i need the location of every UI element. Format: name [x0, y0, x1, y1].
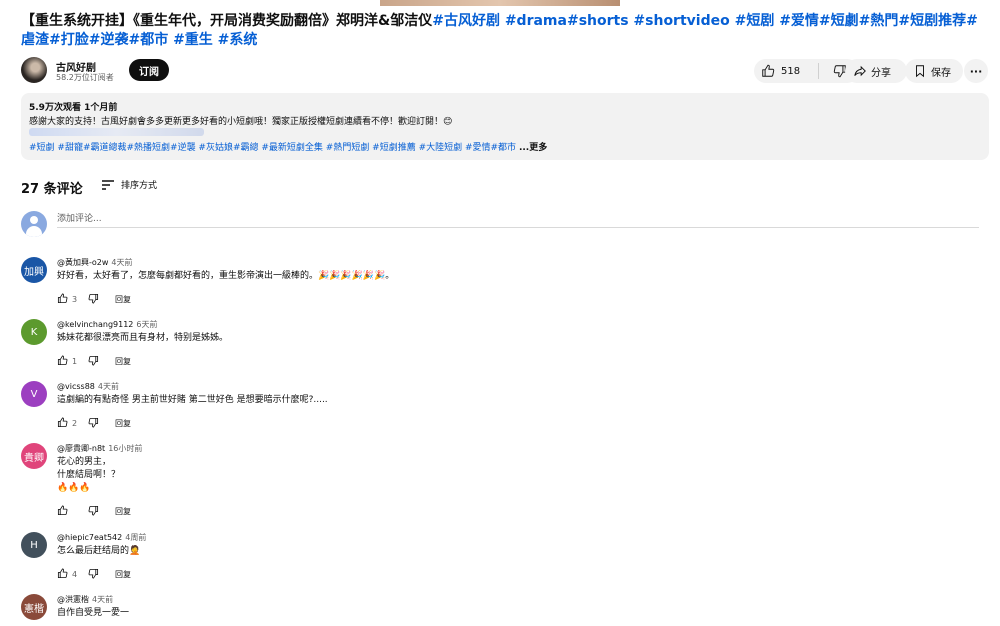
- comment-like-button[interactable]: [57, 293, 68, 306]
- bookmark-icon: [916, 65, 924, 78]
- commenter-avatar[interactable]: 憲楷: [21, 594, 47, 620]
- video-player-edge[interactable]: [380, 0, 620, 6]
- description-text: 感謝大家的支持！古風好劇會多多更新更多好看的小短劇哦！獨家正版授權短劇連續看不停…: [29, 117, 453, 127]
- channel-row: 古风好剧 58.2万位订阅者 订阅 518 分享 保存 ···: [21, 57, 989, 85]
- comment-author-line: @黃加興-o2w 4天前: [57, 257, 133, 268]
- comment-time[interactable]: 4天前: [111, 258, 132, 267]
- comment-dislike-button[interactable]: [88, 568, 99, 581]
- comment-count: 27 条评论: [21, 182, 83, 197]
- commenter-avatar[interactable]: 貴卿: [21, 443, 47, 469]
- view-count-date: 5.9万次观看 1个月前: [29, 103, 118, 113]
- comment-dislike-button[interactable]: [88, 505, 99, 518]
- commenter-avatar[interactable]: K: [21, 319, 47, 345]
- comment-author[interactable]: @洪憲楷: [57, 595, 89, 604]
- commenter-avatar[interactable]: H: [21, 532, 47, 558]
- comment-like-count: 4: [72, 570, 78, 579]
- comment-time[interactable]: 16小时前: [108, 444, 142, 453]
- thumbs-down-icon: [88, 355, 99, 366]
- like-dislike-group: 518: [754, 59, 859, 83]
- comment-like-count: 1: [72, 357, 78, 366]
- description-hashtags: #短劇 #甜寵#霸道總裁#熱播短劇#逆襲 #灰姑娘#霸總 #最新短劇全集 #熱門…: [29, 140, 547, 153]
- comment-text: 好好看，太好看了，怎麼每劇都好看的，重生影帝演出一級棒的。🎉🎉🎉🎉🎉🎉。: [57, 271, 395, 281]
- comment-text: 這劇編的有點奇怪 男主前世好賭 第二世好色 是想要暗示什麼呢?.....: [57, 395, 328, 405]
- user-avatar-icon: [21, 211, 47, 237]
- thumbs-down-icon: [88, 568, 99, 579]
- share-label: 分享: [871, 67, 891, 79]
- thumbs-down-icon: [88, 293, 99, 304]
- video-title: 【重生系统开挂】《重生年代，开局消费奖励翻倍》郑明洋&邹洁仪#古风好剧 #dra…: [21, 12, 989, 50]
- thumbs-down-icon: [88, 505, 99, 516]
- reply-button[interactable]: 回复: [115, 356, 131, 367]
- subscriber-count: 58.2万位订阅者: [56, 73, 114, 82]
- comment-author-line: @廖貴卿-n8t 16小时前: [57, 443, 142, 454]
- thumbs-up-icon: [57, 568, 68, 579]
- comment-time[interactable]: 4周前: [125, 533, 146, 542]
- reply-button[interactable]: 回复: [115, 418, 131, 429]
- thumbs-up-icon: [57, 505, 68, 516]
- sort-label: 排序方式: [121, 181, 158, 191]
- description-tags-text[interactable]: #短劇 #甜寵#霸道總裁#熱播短劇#逆襲 #灰姑娘#霸總 #最新短劇全集 #熱門…: [29, 143, 516, 153]
- save-button[interactable]: 保存: [905, 59, 963, 83]
- thumbs-up-icon: [57, 293, 68, 304]
- reply-button[interactable]: 回复: [115, 569, 131, 580]
- comment-time[interactable]: 4天前: [92, 595, 113, 604]
- reply-button[interactable]: 回复: [115, 294, 131, 305]
- comment-actions: 3 回复: [57, 293, 131, 306]
- channel-avatar[interactable]: [21, 57, 47, 83]
- title-main: 【重生系统开挂】《重生年代，开局消费奖励翻倍》郑明洋&邹洁仪: [21, 13, 433, 29]
- comment-dislike-button[interactable]: [88, 293, 99, 306]
- save-label: 保存: [931, 67, 951, 79]
- thumbs-down-icon: [88, 417, 99, 428]
- comment-author[interactable]: @黃加興-o2w: [57, 258, 108, 267]
- more-icon: ···: [969, 64, 983, 78]
- comment-text: 自作自受見一愛一: [57, 608, 130, 618]
- commenter-avatar[interactable]: V: [21, 381, 47, 407]
- thumbs-up-icon: [762, 64, 775, 77]
- dislike-button[interactable]: [819, 64, 847, 78]
- comment-time[interactable]: 4天前: [98, 382, 119, 391]
- blurred-link[interactable]: [29, 128, 204, 136]
- comment-author-line: @hiepic7eat542 4周前: [57, 532, 146, 543]
- comment-text: 怎么最后赶结局的🤦: [57, 546, 141, 556]
- sort-icon: [102, 179, 114, 190]
- comment-author[interactable]: @廖貴卿-n8t: [57, 444, 105, 453]
- comment-actions: 回复: [57, 505, 131, 518]
- comment-author[interactable]: @hiepic7eat542: [57, 533, 122, 542]
- comment-dislike-button[interactable]: [88, 417, 99, 430]
- add-comment-input[interactable]: 添加评论...: [57, 211, 979, 228]
- comment-author-line: @vicss88 4天前: [57, 381, 119, 392]
- share-icon: [854, 65, 866, 77]
- commenter-avatar[interactable]: 加興: [21, 257, 47, 283]
- thumbs-up-icon: [57, 355, 68, 366]
- comment-author[interactable]: @kelvinchang9112: [57, 320, 133, 329]
- add-comment-row: 添加评论...: [21, 211, 981, 239]
- comment-dislike-button[interactable]: [88, 355, 99, 368]
- show-more-link[interactable]: ...更多: [519, 143, 547, 153]
- comment-like-button[interactable]: [57, 355, 68, 368]
- comment-like-button[interactable]: [57, 505, 68, 518]
- comment-author-line: @洪憲楷 4天前: [57, 594, 113, 605]
- comment-actions: 1 回复: [57, 355, 131, 368]
- like-button[interactable]: 518: [754, 63, 819, 79]
- comment-author[interactable]: @vicss88: [57, 382, 95, 391]
- comment-like-count: 3: [72, 295, 78, 304]
- comment-text: 姊妹花都很漂亮而且有身材，特别是姊姊。: [57, 333, 229, 343]
- comment-time[interactable]: 6天前: [136, 320, 157, 329]
- comment-text: 花心的男主， 什麼結局啊！？ 🔥🔥🔥: [57, 457, 121, 493]
- comment-like-button[interactable]: [57, 417, 68, 430]
- like-count: 518: [781, 65, 801, 77]
- sort-button[interactable]: 排序方式: [101, 178, 157, 191]
- reply-button[interactable]: 回复: [115, 506, 131, 517]
- thumbs-up-icon: [57, 417, 68, 428]
- comment-actions: 4 回复: [57, 568, 131, 581]
- description-box[interactable]: 5.9万次观看 1个月前 感謝大家的支持！古風好劇會多多更新更多好看的小短劇哦！…: [21, 93, 989, 160]
- comment-author-line: @kelvinchang9112 6天前: [57, 319, 158, 330]
- comment-actions: 2 回复: [57, 417, 131, 430]
- subscribe-button[interactable]: 订阅: [129, 59, 169, 81]
- share-button[interactable]: 分享: [845, 59, 907, 83]
- comment-like-button[interactable]: [57, 568, 68, 581]
- more-actions-button[interactable]: ···: [964, 59, 988, 83]
- comment-like-count: 2: [72, 419, 78, 428]
